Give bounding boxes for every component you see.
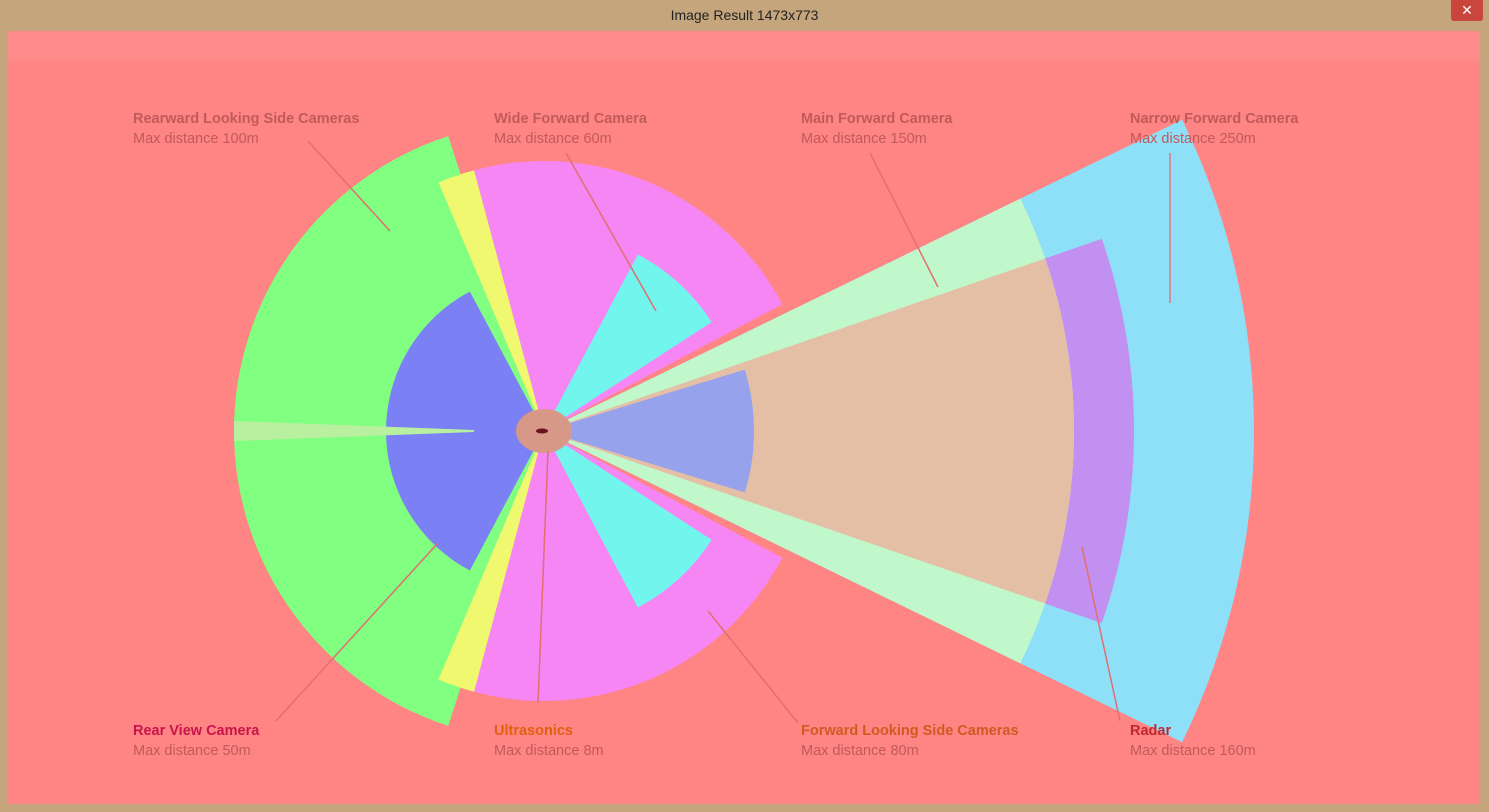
label-main-forward: Main Forward Camera Max distance 150m: [801, 109, 953, 149]
window-title: Image Result 1473x773: [670, 7, 819, 23]
label-name: Forward Looking Side Cameras: [801, 723, 1019, 739]
label-distance: Max distance 50m: [133, 743, 251, 759]
label-name: Rearward Looking Side Cameras: [133, 111, 360, 127]
label-forward-side: Forward Looking Side Cameras Max distanc…: [801, 721, 1019, 761]
label-name: Main Forward Camera: [801, 111, 953, 127]
close-button[interactable]: ✕: [1451, 0, 1483, 21]
car-icon: [536, 428, 548, 434]
label-name: Ultrasonics: [494, 723, 573, 739]
label-distance: Max distance 160m: [1130, 743, 1256, 759]
window-titlebar[interactable]: Image Result 1473x773 ✕: [0, 0, 1489, 30]
label-distance: Max distance 100m: [133, 131, 259, 147]
label-rearward-side: Rearward Looking Side Cameras Max distan…: [133, 109, 359, 149]
label-name: Wide Forward Camera: [494, 111, 647, 127]
coverage-diagram: Rearward Looking Side Cameras Max distan…: [8, 31, 1480, 804]
leader-forward-side: [707, 610, 799, 724]
label-name: Rear View Camera: [133, 723, 260, 739]
label-rear-view: Rear View Camera Max distance 50m: [133, 721, 259, 761]
label-distance: Max distance 150m: [801, 131, 927, 147]
label-narrow-forward: Narrow Forward Camera Max distance 250m: [1130, 109, 1298, 149]
label-name: Radar: [1130, 723, 1172, 739]
label-distance: Max distance 8m: [494, 743, 604, 759]
label-distance: Max distance 60m: [494, 131, 612, 147]
label-distance: Max distance 250m: [1130, 131, 1256, 147]
label-ultrasonics: Ultrasonics Max distance 8m: [494, 721, 604, 761]
label-name: Narrow Forward Camera: [1130, 111, 1299, 127]
label-wide-forward: Wide Forward Camera Max distance 60m: [494, 109, 647, 149]
label-radar: Radar Max distance 160m: [1130, 721, 1256, 761]
label-distance: Max distance 80m: [801, 743, 919, 759]
